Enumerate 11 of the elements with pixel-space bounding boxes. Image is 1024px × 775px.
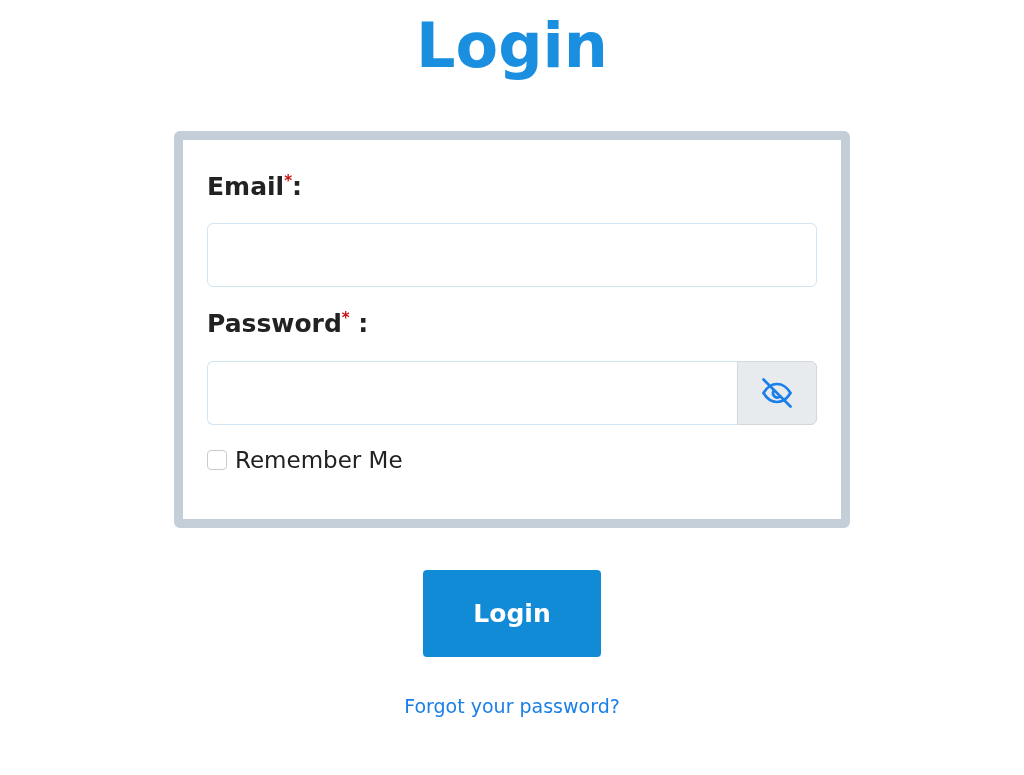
password-field[interactable] [207, 360, 737, 425]
field-label: Email$^{*}$: [207, 172, 302, 202]
show-password-button[interactable] [737, 360, 817, 425]
login-button[interactable]: Login [423, 569, 601, 657]
email-field[interactable] [207, 223, 817, 288]
remember-label: Remember Me [235, 446, 403, 473]
page-title: Login [416, 8, 608, 84]
remember-checkbox[interactable] [207, 449, 227, 470]
eye-slash-icon [759, 377, 795, 408]
forgot-password-link[interactable]: Forgot your password? [404, 694, 620, 717]
field-label: Password$^{*}$ : [207, 309, 369, 339]
